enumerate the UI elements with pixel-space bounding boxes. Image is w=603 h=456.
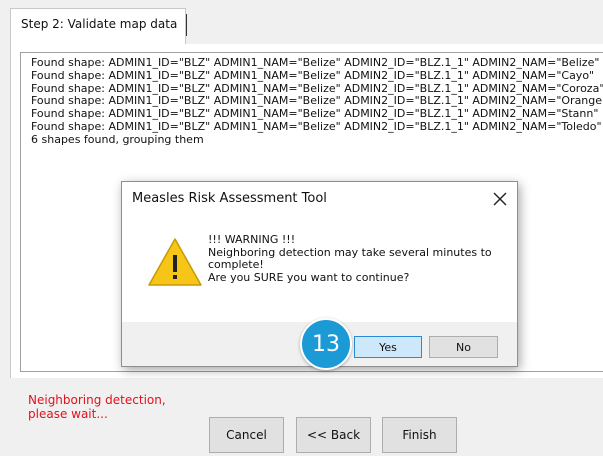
close-button[interactable] bbox=[486, 185, 514, 213]
status-message: Neighboring detection, please wait... bbox=[28, 393, 198, 421]
log-line: Found shape: ADMIN1_ID="BLZ" ADMIN1_NAM=… bbox=[31, 119, 602, 133]
warning-icon bbox=[148, 238, 202, 286]
tab-label: Step 2: Validate map data bbox=[21, 17, 178, 31]
dialog-message: !!! WARNING !!! Neighboring detection ma… bbox=[208, 233, 508, 284]
back-button[interactable]: << Back bbox=[296, 417, 371, 453]
yes-button[interactable]: Yes bbox=[354, 336, 422, 358]
log-line: Found shape: ADMIN1_ID="BLZ" ADMIN1_NAM=… bbox=[31, 56, 600, 69]
log-lines: Found shape: ADMIN1_ID="BLZ" ADMIN1_NAM=… bbox=[31, 56, 603, 147]
wizard-window: Step 2: Validate map data Found shape: A… bbox=[0, 0, 603, 456]
log-line: 6 shapes found, grouping them bbox=[31, 132, 204, 146]
tab-divider bbox=[186, 14, 187, 36]
log-line: Found shape: ADMIN1_ID="BLZ" ADMIN1_NAM=… bbox=[31, 68, 595, 82]
message-line: complete! bbox=[208, 258, 264, 272]
message-line: Are you SURE you want to continue? bbox=[208, 270, 410, 284]
status-line: please wait... bbox=[28, 407, 108, 421]
cancel-button[interactable]: Cancel bbox=[209, 417, 284, 453]
tab-strip: Step 2: Validate map data bbox=[0, 0, 603, 44]
finish-button[interactable]: Finish bbox=[382, 417, 457, 453]
tab-validate-map-data[interactable]: Step 2: Validate map data bbox=[10, 8, 186, 44]
status-line: Neighboring detection, bbox=[28, 393, 166, 407]
no-button[interactable]: No bbox=[429, 336, 498, 358]
dialog-title: Measles Risk Assessment Tool bbox=[132, 191, 327, 206]
step-number-badge: 13 bbox=[300, 318, 352, 370]
message-line: !!! WARNING !!! bbox=[208, 233, 296, 246]
close-icon bbox=[493, 192, 507, 206]
